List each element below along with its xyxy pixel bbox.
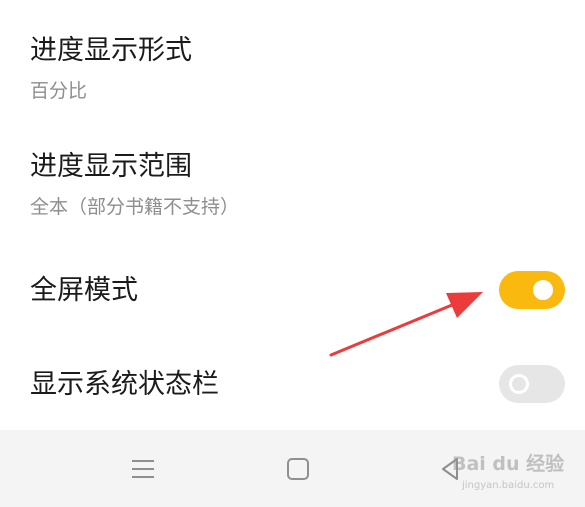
- setting-title: 全屏模式: [30, 275, 138, 306]
- toggle-knob: [509, 374, 529, 394]
- setting-title: 进度显示形式: [30, 35, 192, 66]
- home-icon: [287, 458, 309, 480]
- setting-progress-display-format[interactable]: 进度显示形式 百分比: [0, 0, 585, 120]
- back-icon: [442, 458, 458, 480]
- fullscreen-mode-toggle[interactable]: [499, 271, 565, 309]
- menu-button[interactable]: [123, 452, 163, 486]
- show-status-bar-toggle[interactable]: [499, 365, 565, 403]
- setting-progress-display-range[interactable]: 进度显示范围 全本（部分书籍不支持）: [0, 120, 585, 238]
- setting-show-status-bar: 显示系统状态栏: [0, 348, 585, 430]
- screen: 进度显示形式 百分比 进度显示范围 全本（部分书籍不支持） 全屏模式 显示系统状…: [0, 0, 585, 507]
- system-nav-bar: [0, 430, 585, 507]
- setting-value: 全本（部分书籍不支持）: [30, 196, 240, 218]
- back-button[interactable]: [430, 452, 470, 486]
- setting-title: 进度显示范围: [30, 151, 192, 182]
- setting-value: 百分比: [30, 80, 88, 102]
- menu-icon: [132, 460, 154, 478]
- home-button[interactable]: [278, 452, 318, 486]
- setting-title: 显示系统状态栏: [30, 369, 219, 400]
- setting-fullscreen-mode: 全屏模式: [0, 238, 585, 348]
- settings-list: 进度显示形式 百分比 进度显示范围 全本（部分书籍不支持） 全屏模式 显示系统状…: [0, 0, 585, 430]
- toggle-knob: [533, 280, 553, 300]
